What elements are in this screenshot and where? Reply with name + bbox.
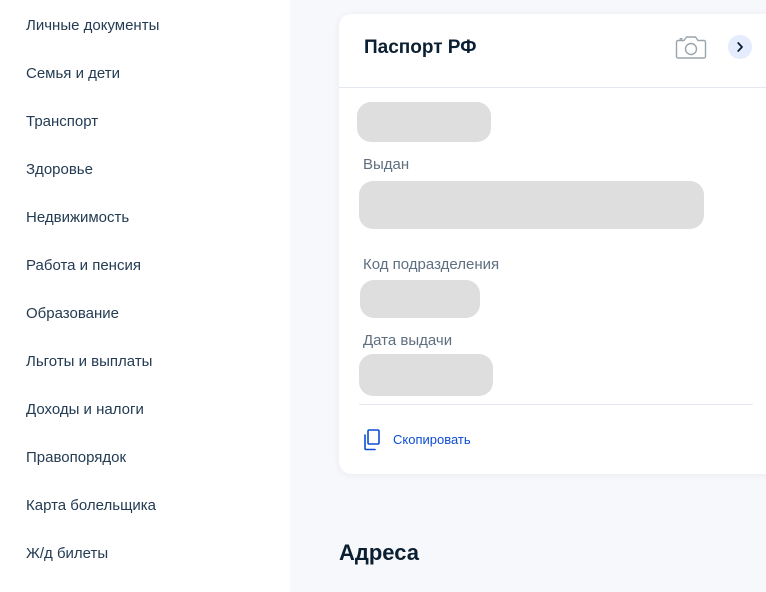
division-code-label: Код подразделения (363, 256, 500, 273)
issue-date-label: Дата выдачи (363, 332, 453, 349)
sidebar-item-work-and-pension[interactable]: Работа и пенсия (26, 257, 141, 274)
copy-icon (364, 429, 380, 451)
sidebar-item-education[interactable]: Образование (26, 305, 119, 322)
sidebar-item-income-and-taxes[interactable]: Доходы и налоги (26, 401, 144, 418)
chevron-right-icon (737, 42, 743, 52)
sidebar-item-fan-card[interactable]: Карта болельщика (26, 497, 156, 514)
camera-icon[interactable] (675, 34, 707, 60)
sidebar-item-real-estate[interactable]: Недвижимость (26, 209, 129, 226)
open-document-button[interactable] (728, 35, 752, 59)
sidebar-item-personal-documents[interactable]: Личные документы (26, 17, 159, 34)
sidebar-item-law-enforcement[interactable]: Правопорядок (26, 449, 126, 466)
card-title: Паспорт РФ (364, 37, 477, 58)
sidebar-item-health[interactable]: Здоровье (26, 161, 93, 178)
sidebar-item-family-and-children[interactable]: Семья и дети (26, 65, 120, 82)
issued-by-placeholder (359, 181, 704, 229)
addresses-heading: Адреса (339, 540, 419, 565)
passport-card: Паспорт РФ Выдан Код подразделения Дата … (339, 14, 766, 474)
issued-by-label: Выдан (363, 156, 410, 173)
sidebar: Личные документы Семья и дети Транспорт … (0, 0, 290, 592)
card-divider (359, 404, 753, 405)
issue-date-placeholder (359, 354, 493, 396)
sidebar-item-benefits-and-payments[interactable]: Льготы и выплаты (26, 353, 152, 370)
copy-label: Скопировать (393, 432, 471, 447)
card-header: Паспорт РФ (339, 14, 766, 88)
sidebar-item-transport[interactable]: Транспорт (26, 113, 98, 130)
division-code-placeholder (360, 280, 480, 318)
passport-number-placeholder (357, 102, 491, 142)
sidebar-item-train-tickets[interactable]: Ж/д билеты (26, 545, 108, 562)
